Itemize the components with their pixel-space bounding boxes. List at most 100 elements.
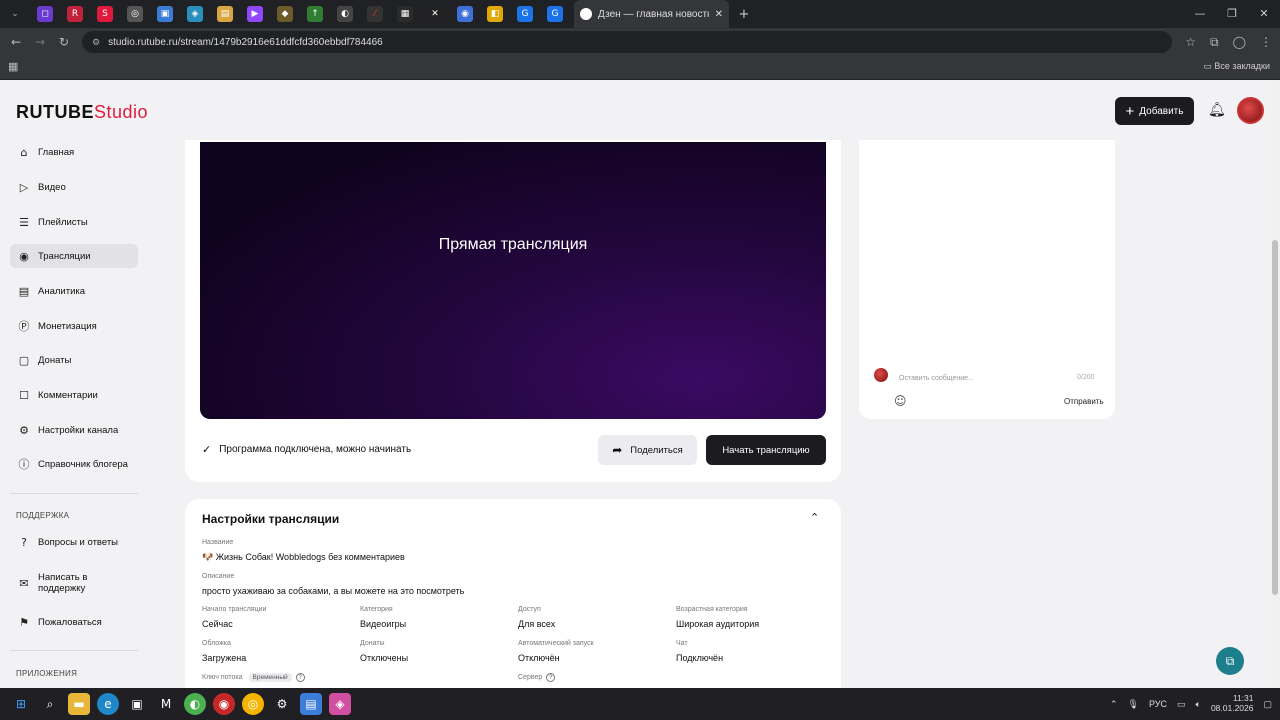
sidebar-item-label: Вопросы и ответы [38,536,119,548]
page-scrollbar[interactable] [1270,80,1280,688]
all-bookmarks[interactable]: ▭ Все закладки [1203,61,1270,72]
new-tab-icon[interactable]: + [736,6,752,22]
stream-preview[interactable]: Прямая трансляция [200,142,826,419]
support-chat-icon[interactable]: ⧉ [1216,647,1244,675]
sidebar-item-analytics[interactable]: ▤ Аналитика [10,279,138,303]
user-avatar[interactable] [1237,97,1264,124]
pinned-tab-icon[interactable]: ◎ [127,6,143,22]
clock[interactable]: 11:31 08.01.2026 [1211,693,1254,714]
site-header: RUTUBEStudio + Добавить 🔔︎ [0,80,1270,140]
app-icon[interactable]: ⚙ [271,693,293,715]
sidebar-item-blogger-guide[interactable]: ⓘ Справочник блогера [10,452,138,476]
app-icon[interactable]: ◈ [329,693,351,715]
check-icon: ✓ [202,443,212,456]
pinned-tab-icon[interactable]: ◧ [487,6,503,22]
settings-icon: ⚙ [19,423,29,437]
pinned-tab-icon[interactable]: ◻ [37,6,53,22]
pinned-tab-icon[interactable]: ↑ [307,6,323,22]
file-explorer-icon[interactable]: ▬ [68,693,90,715]
sidebar-item-monetization[interactable]: Ⓟ Монетизация [10,314,138,338]
pinned-tab-icon[interactable]: R [67,6,83,22]
apps-section-label: ПРИЛОЖЕНИЯ [16,669,78,678]
pinned-tab-icon[interactable]: G [547,6,563,22]
url-field[interactable]: ⚙ studio.rutube.ru/stream/1479b2916e61dd… [82,31,1172,53]
search-icon[interactable]: ⌕ [39,693,61,715]
site-info-icon[interactable]: ⚙ [92,37,100,48]
info-icon: ⓘ [18,458,30,471]
sidebar-item-broadcasts[interactable]: ◉ Трансляции [10,244,138,268]
forward-icon[interactable]: → [28,35,52,49]
emoji-icon[interactable]: ☺ [894,394,907,408]
sidebar-item-label: Видео [38,181,66,193]
video-icon: ▷ [19,180,29,194]
app-icon[interactable]: M [155,693,177,715]
pinned-tab-icon[interactable]: G [517,6,533,22]
pinned-tab-icon[interactable]: S [97,6,113,22]
chevron-up-icon[interactable]: ⌃ [810,511,819,524]
back-icon[interactable]: ← [4,35,28,49]
app-icon[interactable]: ◐ [184,693,206,715]
add-button[interactable]: + Добавить [1115,97,1194,125]
notifications-bell-icon[interactable]: 🔔︎ [1208,102,1226,118]
pinned-tab-icon[interactable]: ▶ [247,6,263,22]
sidebar-item-playlists[interactable]: ☰ Плейлисты [10,210,138,234]
sidebar-item-label: Настройки канала [38,424,119,436]
edge-icon[interactable]: e [97,693,119,715]
pinned-tab-icon[interactable]: ◆ [277,6,293,22]
store-icon[interactable]: ▣ [126,693,148,715]
rutube-studio-logo[interactable]: RUTUBEStudio [16,102,148,123]
pinned-tab-icon[interactable]: ⁄ [367,6,383,22]
sidebar-item-video[interactable]: ▷ Видео [10,175,138,199]
help-icon[interactable]: ? [546,673,556,682]
maximize-icon[interactable]: ❐ [1216,0,1248,28]
pinned-tab-icon[interactable]: ▤ [217,6,233,22]
pinned-tab-icon[interactable]: ▦ [397,6,413,22]
bookmark-star-icon[interactable]: ☆ [1185,35,1196,49]
speaker-icon[interactable]: 🔈︎ [1196,699,1201,710]
analytics-icon: ▤ [18,284,30,298]
field-label: Обложка [202,640,231,647]
extensions-icon[interactable]: ⧉ [1210,35,1219,50]
age-rating-value: Широкая аудитория [676,619,760,629]
tab-list-icon[interactable]: ⌄ [7,6,23,22]
pinned-tab-icon[interactable]: ◈ [187,6,203,22]
stream-preview-title: Прямая трансляция [438,236,588,253]
app-icon[interactable]: ▤ [300,693,322,715]
menu-icon[interactable]: ⋮ [1260,35,1272,49]
profile-icon[interactable]: ◯ [1233,35,1246,49]
pinned-tab-icon[interactable]: ✕ [427,6,443,22]
active-tab-title: Дзен — главная новостная и... [598,8,709,20]
pinned-tab-icon[interactable]: ◉ [457,6,473,22]
pinned-tab-icon[interactable]: ▣ [157,6,173,22]
monitor-icon[interactable]: ▭ [1177,699,1186,710]
send-button[interactable]: Отправить [1064,397,1104,406]
app-icon[interactable]: ◉ [213,693,235,715]
minimize-icon[interactable]: — [1184,0,1216,28]
close-tab-icon[interactable]: ✕ [715,9,723,20]
sidebar-item-report[interactable]: ⚑ Пожаловаться [10,610,138,634]
scrollbar-thumb[interactable] [1272,240,1278,595]
apps-grid-icon[interactable]: ▦ [8,60,18,73]
sidebar-item-comments[interactable]: ☐ Комментарии [10,383,138,407]
sidebar-item-write-support[interactable]: ✉ Написать в поддержку [10,568,138,598]
sidebar-item-home[interactable]: ⌂ Главная [10,140,138,164]
sidebar-item-donates[interactable]: ▢ Донаты [10,348,138,372]
pinned-tab-icon[interactable]: ◐ [337,6,353,22]
share-button[interactable]: ➦ Поделиться [598,435,697,465]
chrome-icon[interactable]: ◎ [242,693,264,715]
sidebar-item-channel-settings[interactable]: ⚙ Настройки канала [10,418,138,442]
help-icon[interactable]: ? [295,673,305,682]
tray-overflow-icon[interactable]: ⌃ [1110,699,1118,710]
chat-message-input[interactable]: Оставить сообщение... [893,369,1105,387]
field-label: Начало трансляции [202,606,267,613]
microphone-icon[interactable]: 🎙︎ [1128,699,1139,710]
notifications-icon[interactable]: ▢ [1263,699,1272,710]
active-tab[interactable]: Дзен — главная новостная и... ✕ [574,0,729,28]
sidebar-item-label: Комментарии [38,389,98,401]
language-indicator[interactable]: РУС [1149,699,1167,709]
reload-icon[interactable]: ↻ [52,35,76,49]
windows-start-icon[interactable]: ⊞ [10,693,32,715]
close-window-icon[interactable]: ✕ [1248,0,1280,28]
start-stream-button[interactable]: Начать трансляцию [706,435,826,465]
sidebar-item-faq[interactable]: ? Вопросы и ответы [10,530,138,554]
